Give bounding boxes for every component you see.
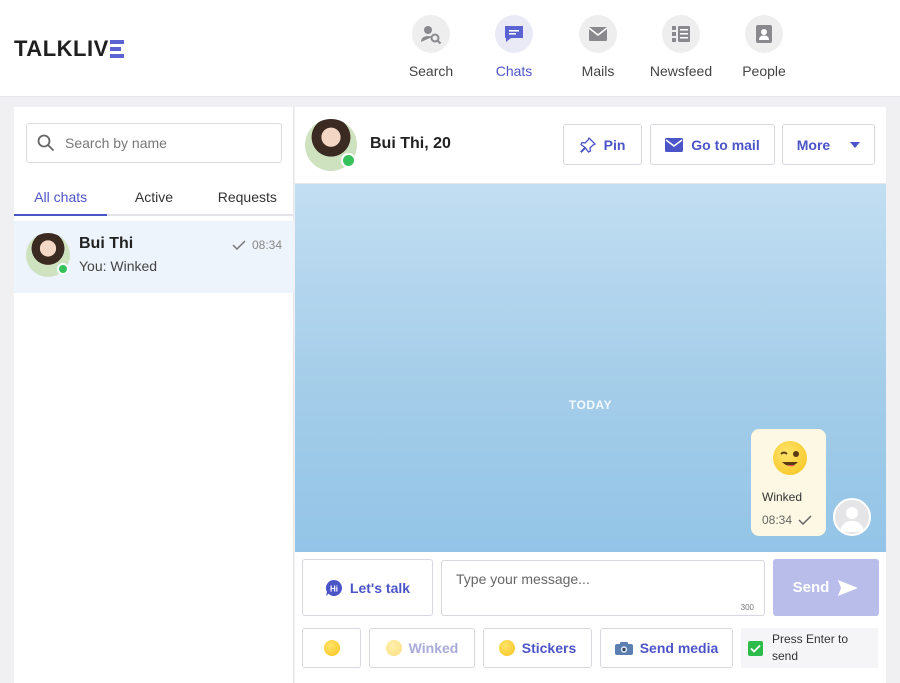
nav-chats[interactable]: Chats <box>472 15 556 79</box>
nav-label: Chats <box>495 63 533 79</box>
search-by-name-field[interactable] <box>26 123 282 163</box>
smiley-icon <box>323 640 340 656</box>
more-label: More <box>796 136 831 153</box>
checkmark-icon <box>232 240 246 250</box>
send-button[interactable]: Send <box>773 559 879 616</box>
caret-down-icon <box>850 141 861 148</box>
search-icon <box>37 134 55 152</box>
sticker-emoji-icon <box>498 640 515 656</box>
nav-newsfeed[interactable]: Newsfeed <box>639 15 723 79</box>
stickers-button[interactable]: Stickers <box>483 628 592 668</box>
message-time-text: 08:34 <box>762 513 793 527</box>
pin-icon <box>579 136 596 153</box>
camera-icon <box>614 642 633 655</box>
nav-search[interactable]: Search <box>389 15 473 79</box>
message-bubble[interactable]: Winked 08:34 <box>751 429 826 536</box>
hi-bubble-icon: Hi <box>325 579 342 596</box>
send-media-label: Send media <box>639 640 719 656</box>
search-user-icon <box>412 15 450 53</box>
logo-text: TALKLIV <box>14 36 109 61</box>
svg-text:Hi: Hi <box>330 584 338 593</box>
checkmark-icon <box>798 515 812 525</box>
send-media-button[interactable]: Send media <box>600 628 733 668</box>
winked-button[interactable]: Winked <box>369 628 475 668</box>
person-icon <box>745 15 783 53</box>
online-indicator <box>341 153 356 168</box>
press-enter-checkbox[interactable] <box>748 640 763 656</box>
chat-time: 08:34 <box>232 238 282 252</box>
conversation-header: Bui Thi, 20 Pin Go to mail More <box>295 107 886 184</box>
e-bars-icon <box>109 40 124 58</box>
go-to-mail-label: Go to mail <box>691 136 760 153</box>
nav-people[interactable]: People <box>722 15 806 79</box>
chat-list-panel: All chats Active Requests Bui Thi You: W… <box>14 107 294 683</box>
message-input-box[interactable]: 300 <box>441 560 765 616</box>
pin-label: Pin <box>603 136 626 153</box>
nav-mails[interactable]: Mails <box>556 15 640 79</box>
check-icon <box>750 644 761 653</box>
chat-time-text: 08:34 <box>251 238 282 252</box>
chat-tabs: All chats Active Requests <box>14 184 294 216</box>
tab-active[interactable]: Active <box>107 184 200 214</box>
press-enter-label: Press Enter to send <box>772 632 849 663</box>
wink-emoji-icon <box>773 441 807 475</box>
message-text: Winked <box>762 490 803 504</box>
stickers-label: Stickers <box>521 640 577 656</box>
lets-talk-button[interactable]: Hi Let's talk <box>302 559 433 616</box>
chat-preview: You: Winked <box>79 258 158 274</box>
day-divider: TODAY <box>568 398 613 412</box>
tab-requests[interactable]: Requests <box>201 184 294 214</box>
message-input[interactable] <box>456 571 746 607</box>
go-to-mail-button[interactable]: Go to mail <box>650 124 775 165</box>
envelope-icon <box>579 15 617 53</box>
envelope-icon <box>665 137 684 152</box>
chat-bubble-icon <box>495 15 533 53</box>
emoji-button[interactable] <box>302 628 361 668</box>
talklive-logo[interactable]: TALKLIV <box>14 36 124 62</box>
contact-name-age: Bui Thi, 20 <box>370 135 451 152</box>
newsfeed-icon <box>662 15 700 53</box>
pin-button[interactable]: Pin <box>563 124 642 165</box>
lets-talk-label: Let's talk <box>349 579 411 596</box>
online-indicator <box>57 263 69 275</box>
my-avatar-icon <box>833 498 871 536</box>
message-area[interactable]: TODAY Winked 08:34 <box>295 184 886 552</box>
more-button[interactable]: More <box>782 124 875 165</box>
message-time: 08:34 <box>762 513 812 527</box>
top-header: TALKLIV Search Chats Mails Newsfeed Peop… <box>0 0 900 97</box>
wink-emoji-icon <box>385 640 402 656</box>
tab-all-chats[interactable]: All chats <box>14 184 108 216</box>
chat-list-item[interactable]: Bui Thi You: Winked 08:34 <box>14 221 294 293</box>
send-arrow-icon <box>838 579 859 596</box>
nav-label: Search <box>408 63 454 79</box>
nav-label: Newsfeed <box>649 63 713 79</box>
search-input[interactable] <box>65 135 265 151</box>
winked-label: Winked <box>408 640 459 656</box>
chat-contact-name: Bui Thi <box>79 235 134 252</box>
char-counter: 300 <box>740 603 754 612</box>
message-composer: Hi Let's talk 300 Send Winked Stickers S… <box>295 552 886 683</box>
send-label: Send <box>792 579 830 596</box>
nav-label: People <box>742 63 786 79</box>
press-enter-toggle[interactable]: Press Enter to send <box>741 628 878 668</box>
nav-label: Mails <box>581 63 615 79</box>
